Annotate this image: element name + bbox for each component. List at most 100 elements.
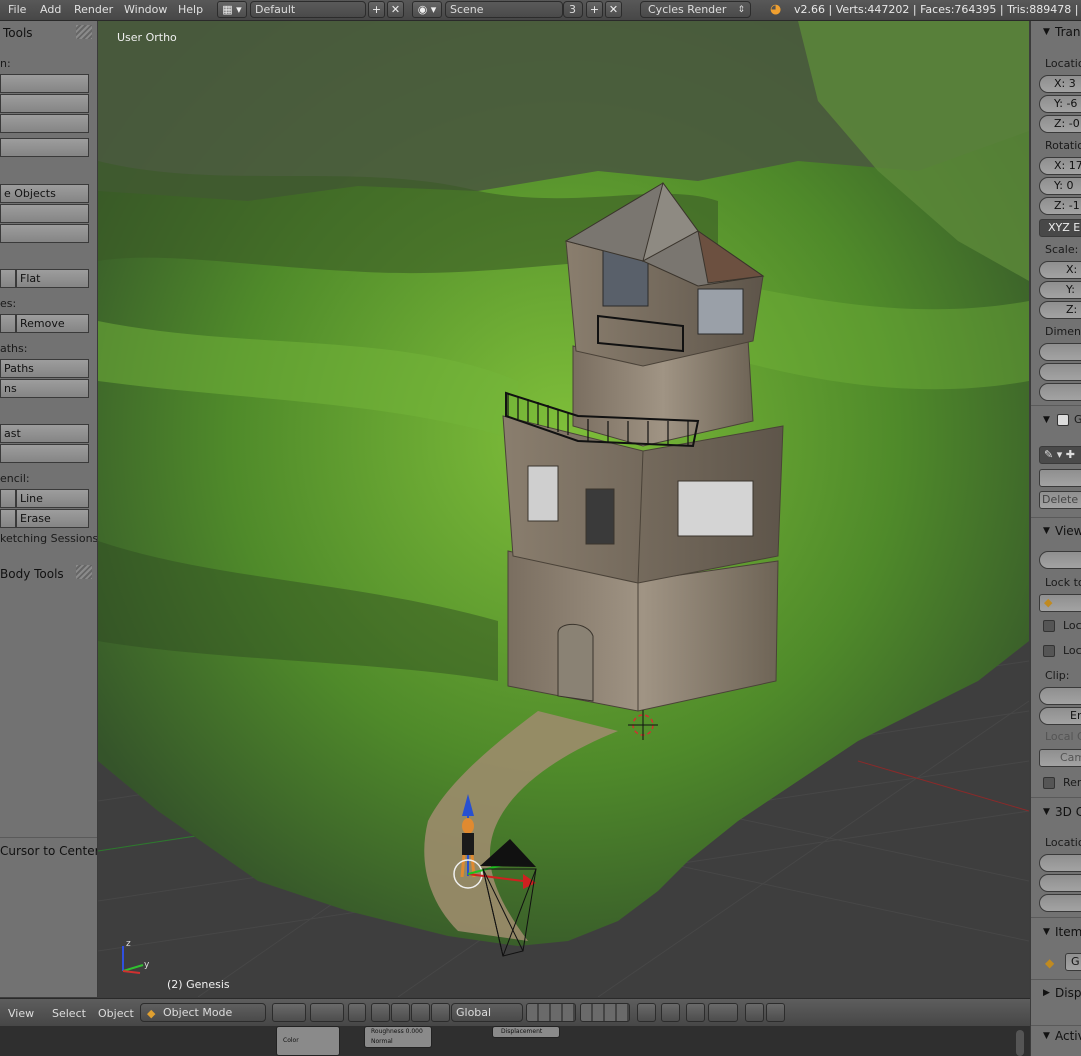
dimension-x-field[interactable] [1039,343,1081,361]
remove-key-button[interactable]: Remove [16,314,89,333]
menu-add[interactable]: Add [40,3,61,16]
grease-pencil-checkbox[interactable] [1057,414,1069,426]
new-layer-button[interactable] [1039,469,1081,487]
scale-button[interactable] [0,114,89,133]
cursor-y-field[interactable] [1039,874,1081,892]
display-header[interactable]: Disp [1031,982,1081,1004]
origin-button[interactable] [0,204,89,223]
transform-orientation-dropdown[interactable]: Global [451,1003,523,1022]
cursor-to-center-button[interactable]: Cursor to Center [0,844,97,858]
lens-field[interactable] [1039,551,1081,569]
repeat-last-button[interactable]: ast [0,424,89,443]
scale-z-field[interactable]: Z: [1039,301,1081,319]
local-camera-field[interactable]: Cam [1039,749,1081,767]
scale-y-field[interactable]: Y: [1039,281,1081,299]
menu-help[interactable]: Help [178,3,203,16]
render-border-checkbox[interactable] [1043,777,1055,789]
node-displacement[interactable]: Displacement [492,1026,560,1038]
select-menu[interactable]: Select [52,1007,86,1020]
delete-frame-button[interactable]: Delete F [1039,491,1081,509]
render-animation-icon[interactable] [766,1003,785,1022]
manipulator-icon[interactable] [431,1003,450,1022]
mode-dropdown[interactable]: ◆ Object Mode [140,1003,266,1022]
panel-grip-icon[interactable] [76,565,92,579]
node-bsdf[interactable]: Roughness 0.000 Normal [364,1026,432,1048]
location-x-field[interactable]: X: 3 [1039,75,1081,93]
menu-render[interactable]: Render [74,3,113,16]
scene-icon[interactable]: ◉ ▾ [412,1,442,18]
sketching-sessions-checkbox[interactable]: ketching Sessions [0,532,97,545]
location-z-field[interactable]: Z: -0 [1039,115,1081,133]
lock-object-field[interactable]: ◆ [1039,594,1081,612]
smooth-button[interactable] [0,269,16,288]
pivot-point-dropdown[interactable] [310,1003,344,1022]
node-color-input[interactable]: Color [276,1026,340,1056]
3d-viewport[interactable]: z y User Ortho (2) Genesis [98,21,1029,997]
panel-grip-icon[interactable] [76,25,92,39]
3d-cursor-header[interactable]: 3D C [1031,801,1081,823]
view-header[interactable]: View [1031,520,1081,542]
flat-button[interactable]: Flat [16,269,89,288]
join-objects-button[interactable]: e Objects [0,184,89,203]
duplicate-button[interactable] [0,224,89,243]
layer-buttons-group-b[interactable] [580,1003,630,1022]
manipulator-toggle[interactable] [348,1003,366,1022]
delete-scene-button[interactable]: ✕ [605,1,622,18]
proportional-edit-icon[interactable] [661,1003,680,1022]
add-layout-button[interactable]: + [368,1,385,18]
render-preview-icon[interactable] [745,1003,764,1022]
rotate-manipulator-icon[interactable] [391,1003,410,1022]
node-editor-area[interactable]: Color Roughness 0.000 Normal Displacemen… [0,1026,1030,1056]
scale-x-field[interactable]: X: [1039,261,1081,279]
translate-manipulator-icon[interactable] [371,1003,390,1022]
insert-key-button[interactable] [0,314,16,333]
line-button[interactable]: Line [16,489,89,508]
dimension-z-field[interactable] [1039,383,1081,401]
snap-element-dropdown[interactable] [708,1003,738,1022]
lock-layers-icon[interactable] [637,1003,656,1022]
screen-layout-icon[interactable]: ▦ ▾ [217,1,247,18]
history-button[interactable] [0,444,89,463]
scene-field[interactable]: Scene [445,1,563,18]
location-y-field[interactable]: Y: -6 [1039,95,1081,113]
rotation-x-field[interactable]: X: 17 [1039,157,1081,175]
render-engine-dropdown[interactable]: Cycles Render ⇕ [640,1,751,18]
rigid-body-tools-header[interactable]: Body Tools [0,567,64,581]
clear-paths-button[interactable]: ns [0,379,89,398]
lock-to-cursor-checkbox[interactable] [1043,620,1055,632]
cursor-z-field[interactable] [1039,894,1081,912]
collapse-arrow-icon[interactable]: ▼ [1043,415,1050,425]
erase-button[interactable]: Erase [16,509,89,528]
item-header[interactable]: Item [1031,921,1081,943]
mirror-button[interactable] [0,138,89,157]
viewport-shading-dropdown[interactable] [272,1003,306,1022]
translate-button[interactable] [0,74,89,93]
rotation-z-field[interactable]: Z: -1 [1039,197,1081,215]
view-menu[interactable]: View [8,1007,34,1020]
draw-button[interactable] [0,489,16,508]
snap-toggle-icon[interactable] [686,1003,705,1022]
transform-header[interactable]: Trans [1031,21,1081,43]
layer-buttons-group-a[interactable] [526,1003,576,1022]
item-name-field[interactable]: G [1065,953,1081,971]
rotation-mode-dropdown[interactable]: XYZ Eu [1039,219,1081,237]
object-menu[interactable]: Object [98,1007,134,1020]
scrollbar[interactable] [1016,1030,1024,1056]
clip-start-field[interactable] [1039,687,1081,705]
rotation-y-field[interactable]: Y: 0 [1039,177,1081,195]
add-scene-button[interactable]: + [586,1,603,18]
pencil-tool-icon[interactable]: ✎ ▾ ✚ [1039,446,1081,464]
cursor-x-field[interactable] [1039,854,1081,872]
scale-manipulator-icon[interactable] [411,1003,430,1022]
active-node-header[interactable]: Activ [1031,1025,1081,1047]
screen-layout-field[interactable]: Default [250,1,366,18]
poly-button[interactable] [0,509,16,528]
lock-camera-checkbox[interactable] [1043,645,1055,657]
dimension-y-field[interactable] [1039,363,1081,381]
menu-window[interactable]: Window [124,3,167,16]
calculate-paths-button[interactable]: Paths [0,359,89,378]
delete-layout-button[interactable]: ✕ [387,1,404,18]
menu-file[interactable]: File [8,3,26,16]
rotate-button[interactable] [0,94,89,113]
clip-end-field[interactable]: En [1039,707,1081,725]
